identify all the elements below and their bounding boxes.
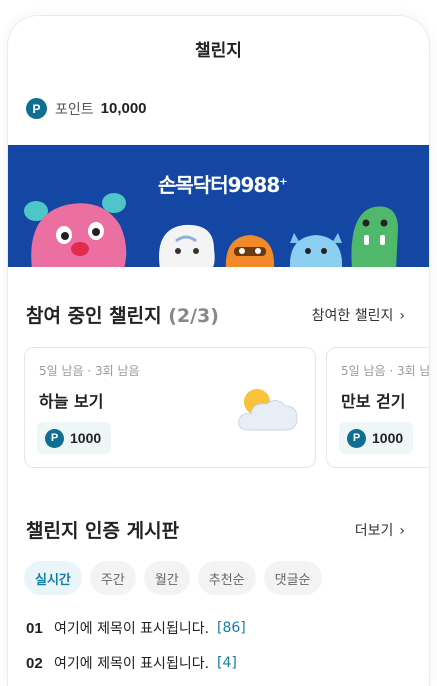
points-summary: P 포인트 10,000 bbox=[26, 98, 147, 119]
cloud-sun-icon bbox=[238, 389, 298, 431]
ongoing-title-text: 참여 중인 챌린지 bbox=[26, 305, 162, 327]
point-icon: P bbox=[45, 428, 64, 448]
challenge-card-points-value: 1000 bbox=[372, 430, 404, 446]
ongoing-section-title: 참여 중인 챌린지 (2/3) bbox=[26, 301, 219, 328]
banner-logo: 손목닥터9988+ bbox=[158, 169, 288, 198]
pink-monster-character bbox=[24, 193, 127, 267]
points-label: 포인트 bbox=[55, 101, 94, 118]
post-title: 여기에 제목이 표시됩니다. bbox=[54, 656, 210, 672]
challenge-card-meta: 5일 남음 · 3회 남음 bbox=[341, 364, 429, 378]
chevron-right-icon: › bbox=[399, 308, 405, 324]
challenge-card-points-value: 1000 bbox=[70, 430, 102, 446]
post-comment-count: [4] bbox=[217, 655, 237, 671]
challenge-card-title: 하늘 보기 bbox=[39, 392, 104, 411]
more-link-label: 더보기 bbox=[354, 523, 394, 539]
board-filter-tabs: 실시간 주간 월간 추천순 댓글순 bbox=[24, 561, 322, 595]
filter-comments[interactable]: 댓글순 bbox=[263, 561, 322, 595]
list-item[interactable]: 01 여기에 제목이 표시됩니다. [86] bbox=[26, 618, 246, 638]
challenge-card[interactable]: 5일 남음 · 3회 남음 만보 걷기 P 1000 bbox=[326, 347, 429, 468]
challenge-card-points: P 1000 bbox=[339, 422, 414, 454]
blue-character bbox=[289, 233, 343, 267]
filter-recommended[interactable]: 추천순 bbox=[197, 561, 256, 595]
joined-challenges-label: 참여한 챌린지 bbox=[311, 308, 394, 324]
post-number: 01 bbox=[26, 619, 43, 637]
post-comment-count: [86] bbox=[217, 620, 246, 636]
banner-logo-sup: + bbox=[279, 176, 287, 188]
challenge-card[interactable]: 5일 남음 · 3회 남음 하늘 보기 P 1000 bbox=[24, 347, 316, 468]
board-section-title: 챌린지 인증 게시판 bbox=[26, 520, 180, 542]
ongoing-count: (2/3) bbox=[168, 305, 219, 327]
more-link[interactable]: 더보기 › bbox=[355, 520, 405, 540]
filter-monthly[interactable]: 월간 bbox=[143, 561, 190, 595]
challenge-screen: 챌린지 P 포인트 10,000 손목닥터9988+ 참여 중인 챌린지 (2/… bbox=[8, 16, 429, 686]
green-dino-character bbox=[351, 206, 398, 267]
page-title: 챌린지 bbox=[195, 41, 242, 61]
challenge-card-points: P 1000 bbox=[37, 422, 112, 454]
joined-challenges-link[interactable]: 참여한 챌린지 › bbox=[312, 305, 405, 325]
filter-realtime[interactable]: 실시간 bbox=[24, 561, 82, 595]
chevron-right-icon: › bbox=[399, 523, 405, 539]
point-icon: P bbox=[26, 98, 47, 119]
point-icon: P bbox=[347, 428, 366, 448]
orange-character bbox=[225, 235, 275, 267]
promo-banner[interactable]: 손목닥터9988+ bbox=[8, 145, 429, 267]
post-number: 02 bbox=[26, 654, 43, 672]
banner-logo-text: 손목닥터9988 bbox=[158, 173, 280, 197]
post-title: 여기에 제목이 표시됩니다. bbox=[54, 621, 210, 637]
white-tooth-character bbox=[159, 224, 215, 267]
challenge-card-meta: 5일 남음 · 3회 남음 bbox=[39, 364, 140, 378]
points-value: 10,000 bbox=[100, 100, 147, 117]
challenge-card-title: 만보 걷기 bbox=[341, 392, 406, 411]
filter-weekly[interactable]: 주간 bbox=[89, 561, 136, 595]
list-item[interactable]: 02 여기에 제목이 표시됩니다. [4] bbox=[26, 653, 237, 673]
